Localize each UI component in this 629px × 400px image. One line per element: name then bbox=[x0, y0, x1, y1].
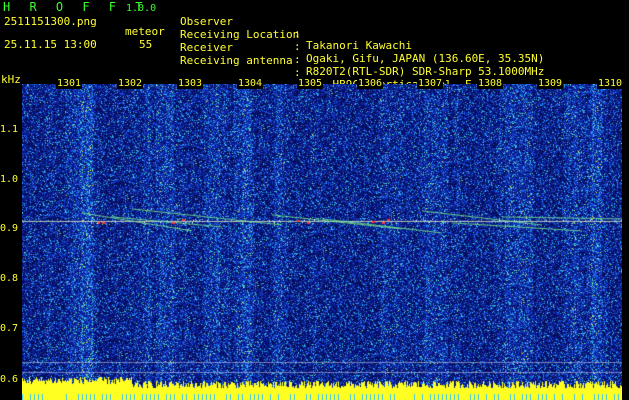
y-tick-label: 1.1 bbox=[0, 124, 19, 135]
y-axis-unit: kHz bbox=[1, 73, 21, 86]
y-tick-label: 1.0 bbox=[0, 174, 19, 185]
info-value: Takanori Kawachi bbox=[306, 39, 412, 52]
x-tick-label: 1304 bbox=[237, 78, 264, 89]
spectrogram-canvas bbox=[22, 84, 622, 400]
info-label: Receiving antenna bbox=[180, 54, 293, 67]
y-tick-label: 0.6 bbox=[0, 374, 19, 385]
station-info: Observer : Takanori Kawachi Receiving Lo… bbox=[180, 4, 544, 91]
x-tick-label: 1307 bbox=[417, 78, 444, 89]
hrofft-screen: H R O F F T 1.0.0 2511151300.png meteor … bbox=[0, 0, 629, 400]
spectrogram bbox=[22, 84, 622, 400]
y-tick-label: 0.7 bbox=[0, 323, 19, 334]
x-tick-label: 1308 bbox=[477, 78, 504, 89]
x-tick-label: 1310 bbox=[597, 78, 624, 89]
app-version: 1.0.0 bbox=[126, 3, 157, 14]
right-margin bbox=[622, 84, 629, 400]
info-colon: : bbox=[294, 53, 301, 66]
x-tick-label: 1303 bbox=[177, 78, 204, 89]
meteor-label: meteor bbox=[125, 25, 165, 38]
date-time: 25.11.15 13:00 bbox=[4, 38, 97, 51]
info-value: R820T2(RTL-SDR) SDR-Sharp 53.1000MHz bbox=[306, 65, 545, 78]
x-tick-label: 1305 bbox=[297, 78, 324, 89]
y-tick-label: 0.9 bbox=[0, 223, 19, 234]
x-tick-label: 1302 bbox=[117, 78, 144, 89]
x-tick-label: 1309 bbox=[537, 78, 564, 89]
info-colon: : bbox=[294, 40, 301, 53]
x-tick-label: 1306 bbox=[357, 78, 384, 89]
info-value: Ogaki, Gifu, JAPAN (136.60E, 35.35N) bbox=[306, 52, 545, 65]
file-name: 2511151300.png bbox=[4, 15, 97, 28]
meteor-count: 55 bbox=[139, 38, 153, 51]
y-tick-label: 0.8 bbox=[0, 273, 19, 284]
x-tick-label: 1301 bbox=[56, 78, 83, 89]
